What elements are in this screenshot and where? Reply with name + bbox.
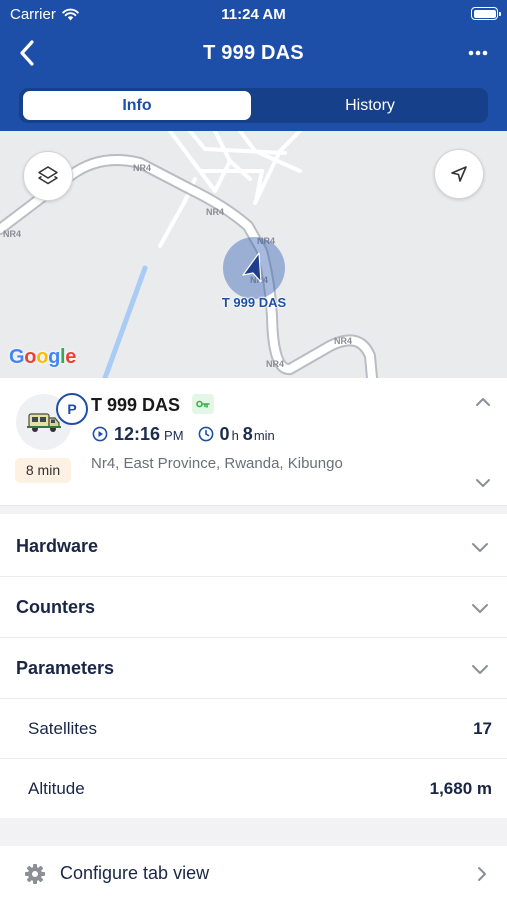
road-label: NR4 bbox=[206, 207, 224, 217]
parameter-value: 1,680 m bbox=[429, 779, 492, 798]
google-logo: Google bbox=[9, 346, 77, 368]
map-view[interactable]: NR4 NR4 NR4 NR4 NR4 NR4 NR4 T 999 DAS Go… bbox=[0, 131, 507, 378]
nav-bar: T 999 DAS bbox=[0, 30, 507, 78]
section-label: Parameters bbox=[16, 658, 115, 678]
section-hardware[interactable]: Hardware bbox=[0, 516, 507, 577]
more-button[interactable] bbox=[461, 36, 495, 70]
duration-minutes-unit: min bbox=[253, 428, 275, 443]
parked-duration-chip: 8 min bbox=[15, 458, 71, 483]
tab-history[interactable]: History bbox=[256, 91, 484, 120]
vehicle-marker-label: T 999 DAS bbox=[221, 295, 287, 310]
road-label: NR4 bbox=[334, 336, 352, 346]
play-circle-icon bbox=[92, 426, 108, 442]
last-update-period: PM bbox=[164, 428, 184, 443]
app-header: Carrier 11:24 AM T 999 DAS Info History bbox=[0, 0, 507, 131]
parameter-label: Altitude bbox=[28, 779, 85, 798]
unit-card[interactable]: P 8 min T 999 DAS 12:16 PM 0 h 8 min Nr4… bbox=[0, 378, 507, 506]
expand-button[interactable] bbox=[474, 476, 492, 494]
chevron-down-icon bbox=[472, 604, 488, 613]
chevron-up-icon bbox=[476, 398, 490, 406]
section-counters[interactable]: Counters bbox=[0, 577, 507, 638]
parameter-label: Satellites bbox=[28, 719, 97, 738]
configure-label: Configure tab view bbox=[60, 863, 210, 883]
section-parameters[interactable]: Parameters bbox=[0, 638, 507, 699]
unit-address: Nr4, East Province, Rwanda, Kibungo bbox=[91, 455, 343, 472]
layers-icon bbox=[38, 166, 58, 185]
road-label: NR4 bbox=[3, 229, 21, 239]
configure-tab-view-button[interactable]: Configure tab view bbox=[0, 846, 507, 900]
info-sections: Hardware Counters Parameters Satellites … bbox=[0, 514, 507, 818]
section-label: Counters bbox=[16, 597, 96, 617]
duration-hours: 0 bbox=[219, 424, 230, 444]
parameter-value: 17 bbox=[473, 719, 492, 738]
time-row: 12:16 PM 0 h 8 min bbox=[92, 424, 275, 445]
vehicle-marker[interactable] bbox=[223, 237, 285, 299]
chevron-down-icon bbox=[472, 543, 488, 552]
clock-icon bbox=[198, 426, 213, 442]
page-title: T 999 DAS bbox=[203, 42, 304, 64]
locate-button[interactable] bbox=[434, 149, 484, 199]
chevron-right-icon bbox=[478, 867, 486, 881]
location-arrow-icon bbox=[451, 166, 467, 182]
last-update-time: 12:16 bbox=[114, 424, 161, 444]
parking-badge: P bbox=[56, 393, 88, 425]
chevron-down-icon bbox=[472, 665, 488, 674]
map-layers-button[interactable] bbox=[23, 151, 73, 201]
tab-info[interactable]: Info bbox=[23, 91, 251, 120]
tab-switcher: Info History bbox=[19, 88, 488, 123]
battery-icon bbox=[471, 7, 501, 20]
ignition-key-icon bbox=[192, 394, 214, 414]
more-horizontal-icon bbox=[468, 50, 488, 56]
road-label: NR4 bbox=[133, 163, 151, 173]
section-label: Hardware bbox=[16, 536, 99, 556]
status-time: 11:24 AM bbox=[221, 6, 286, 23]
duration-minutes: 8 bbox=[242, 424, 253, 444]
direction-arrow-icon bbox=[242, 252, 262, 283]
status-bar: Carrier 11:24 AM bbox=[0, 0, 507, 28]
road-label: NR4 bbox=[266, 359, 284, 369]
collapse-button[interactable] bbox=[474, 395, 492, 413]
parameter-row-satellites: Satellites 17 bbox=[0, 699, 507, 759]
parameter-row-altitude: Altitude 1,680 m bbox=[0, 759, 507, 819]
chevron-down-icon bbox=[476, 479, 490, 487]
gear-icon bbox=[25, 864, 45, 884]
unit-name: T 999 DAS bbox=[91, 395, 181, 415]
duration-hours-unit: h bbox=[231, 428, 239, 443]
